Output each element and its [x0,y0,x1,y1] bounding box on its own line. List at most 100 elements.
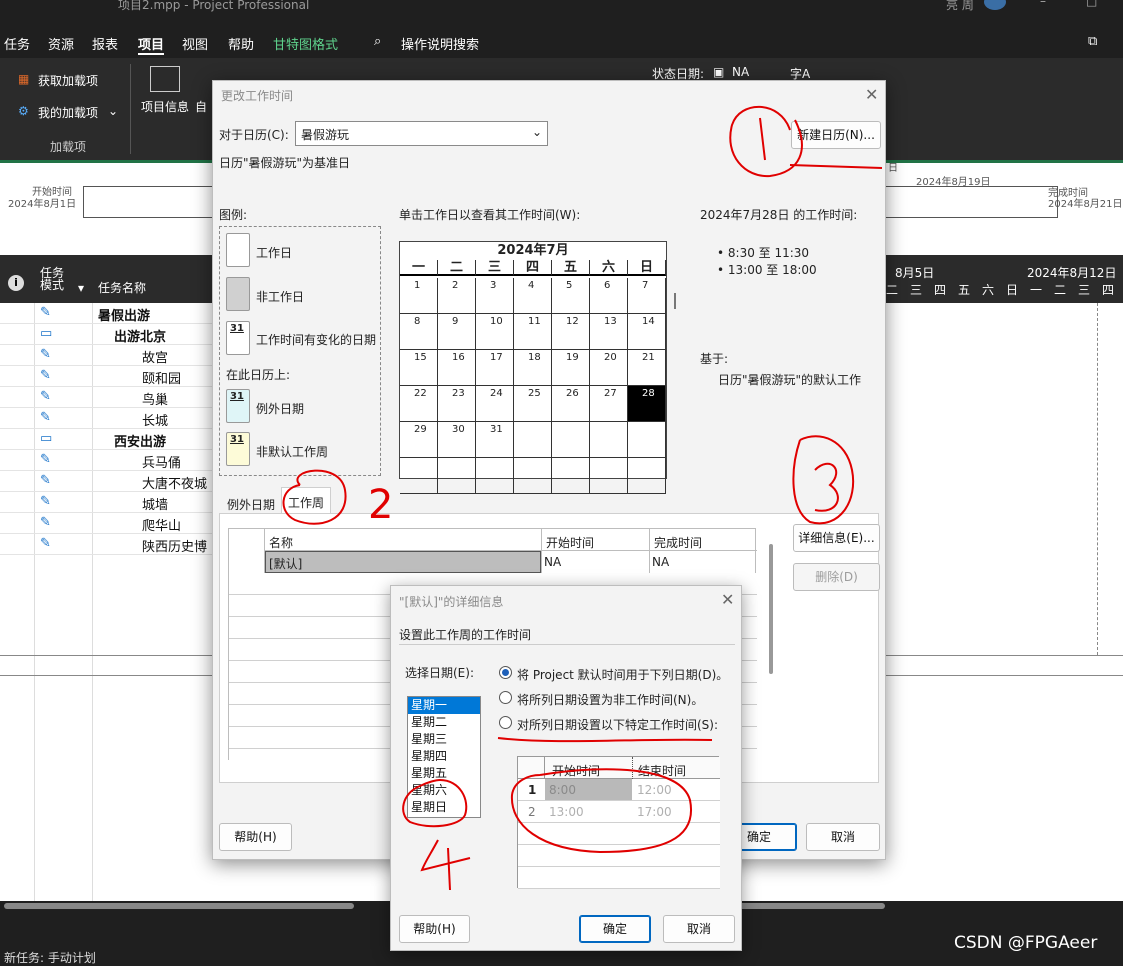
table-row[interactable]: ✎ 陕西历史博 [0,534,215,555]
list-item[interactable]: 星期日 [408,799,480,816]
chevron-down-icon[interactable]: ⌄ [108,104,118,118]
calendar-day[interactable]: 3 [476,278,514,314]
cancel-button[interactable]: 取消 [663,915,735,943]
status-date-value[interactable]: NA [732,65,749,79]
list-item[interactable]: 星期一 [408,697,480,714]
row-start[interactable]: NA [544,555,561,569]
table-row[interactable]: ✎ 长城 [0,408,215,429]
end-time[interactable]: 12:00 [637,783,672,797]
ribbon-toggle-icon[interactable]: ⧉ [1088,34,1097,49]
calendar-day[interactable]: 5 [552,278,590,314]
start-time[interactable]: 13:00 [549,805,584,819]
calendar-day[interactable]: 27 [590,386,628,422]
calendar-day[interactable] [628,458,666,494]
table-row[interactable]: ✎ 大唐不夜城 [0,471,215,492]
help-button[interactable]: 帮助(H) [219,823,292,851]
calendar-day[interactable] [628,422,666,458]
horizontal-scrollbar[interactable] [4,903,354,909]
search-icon[interactable]: ⌕ [374,34,381,49]
calendar-day[interactable] [514,458,552,494]
vertical-scrollbar[interactable] [769,544,773,674]
calendar-day[interactable]: 1 [400,278,438,314]
table-row[interactable]: ✎ 暑假出游 [0,303,215,324]
calendar-day[interactable] [590,422,628,458]
radio-specific[interactable] [499,716,512,729]
new-task-status[interactable]: 新任务: 手动计划 [4,949,96,966]
radio-default-label[interactable]: 将 Project 默认时间用于下列日期(D)。 [517,666,728,683]
calendar-day[interactable]: 20 [590,350,628,386]
calendar-day[interactable] [476,458,514,494]
calendar-day[interactable]: 10 [476,314,514,350]
radio-default[interactable] [499,666,512,679]
calendar-day[interactable] [552,458,590,494]
day-list[interactable]: 星期一 星期二 星期三 星期四 星期五 星期六 星期日 [407,696,481,818]
list-item[interactable]: 星期六 [408,782,480,799]
col-task-name[interactable]: 任务名称 [98,279,146,296]
new-calendar-button[interactable]: 新建日历(N)... [791,121,881,149]
my-addins-button[interactable]: 我的加载项 [38,104,98,121]
calendar-day[interactable] [514,422,552,458]
calendar-day[interactable]: 19 [552,350,590,386]
calendar-day[interactable] [590,458,628,494]
calendar-day[interactable] [438,458,476,494]
table-row[interactable]: ✎ 故宫 [0,345,215,366]
calendar-day[interactable]: 25 [514,386,552,422]
calendar-day[interactable]: 4 [514,278,552,314]
chevron-down-icon[interactable]: ⌄ [532,125,542,139]
calendar-day[interactable]: 2 [438,278,476,314]
close-icon[interactable]: ✕ [865,85,878,104]
tell-me-search[interactable]: 操作说明搜索 [401,34,479,53]
chevron-down-icon[interactable]: ▾ [78,281,84,295]
calendar-day[interactable]: 7 [628,278,666,314]
calendar-day[interactable]: 23 [438,386,476,422]
radio-specific-label[interactable]: 对所列日期设置以下特定工作时间(S): [517,716,718,733]
calendar-day[interactable]: 6 [590,278,628,314]
calendar-day-selected[interactable]: 28 [628,386,666,422]
calendar-scrollbar[interactable] [674,293,676,309]
table-row[interactable]: ✎ 兵马俑 [0,450,215,471]
restore-icon[interactable]: □ [1086,0,1097,8]
auto-button[interactable]: 自 [195,98,207,115]
calendar-day[interactable]: 11 [514,314,552,350]
cancel-button[interactable]: 取消 [806,823,880,851]
tab-task[interactable]: 任务 [4,34,30,53]
table-row[interactable]: ▭ 出游北京 [0,324,215,345]
tab-report[interactable]: 报表 [92,34,118,53]
get-addins-button[interactable]: 获取加载项 [38,72,98,89]
calendar-day[interactable]: 13 [590,314,628,350]
tab-exception[interactable]: 例外日期 [227,496,275,513]
list-item[interactable]: 星期五 [408,765,480,782]
tab-resource[interactable]: 资源 [48,34,74,53]
calendar-day[interactable]: 17 [476,350,514,386]
table-row[interactable]: ✎ 爬华山 [0,513,215,534]
calendar-day[interactable]: 9 [438,314,476,350]
tab-view[interactable]: 视图 [182,34,208,53]
calendar-day[interactable]: 15 [400,350,438,386]
calendar-day[interactable]: 12 [552,314,590,350]
end-time[interactable]: 17:00 [637,805,672,819]
project-info-button[interactable]: 项目信息 [141,98,189,115]
start-time-cell[interactable]: 8:00 [545,779,632,800]
calendar-select[interactable]: 暑假游玩 ⌄ [295,121,548,146]
tab-help[interactable]: 帮助 [228,34,254,53]
list-item[interactable]: 星期二 [408,714,480,731]
calendar-day[interactable] [552,422,590,458]
col-task-mode[interactable]: 任务模式 [40,267,72,291]
radio-nonwork[interactable] [499,691,512,704]
calendar-day[interactable] [400,458,438,494]
calendar-day[interactable]: 30 [438,422,476,458]
minimize-icon[interactable]: – [1040,0,1046,8]
tab-gantt-format[interactable]: 甘特图格式 [273,34,338,53]
radio-nonwork-label[interactable]: 将所列日期设置为非工作时间(N)。 [517,691,703,708]
ok-button[interactable]: 确定 [579,915,651,943]
row-name-cell[interactable]: [默认] [265,551,541,573]
list-item[interactable]: 星期三 [408,731,480,748]
delete-button[interactable]: 删除(D) [793,563,880,591]
help-button[interactable]: 帮助(H) [399,915,470,943]
table-row[interactable]: ▭ 西安出游 [0,429,215,450]
list-item[interactable]: 星期四 [408,748,480,765]
tab-workweek[interactable]: 工作周 [281,487,331,514]
avatar[interactable] [984,0,1006,10]
calendar-day[interactable]: 22 [400,386,438,422]
calendar-day[interactable]: 24 [476,386,514,422]
